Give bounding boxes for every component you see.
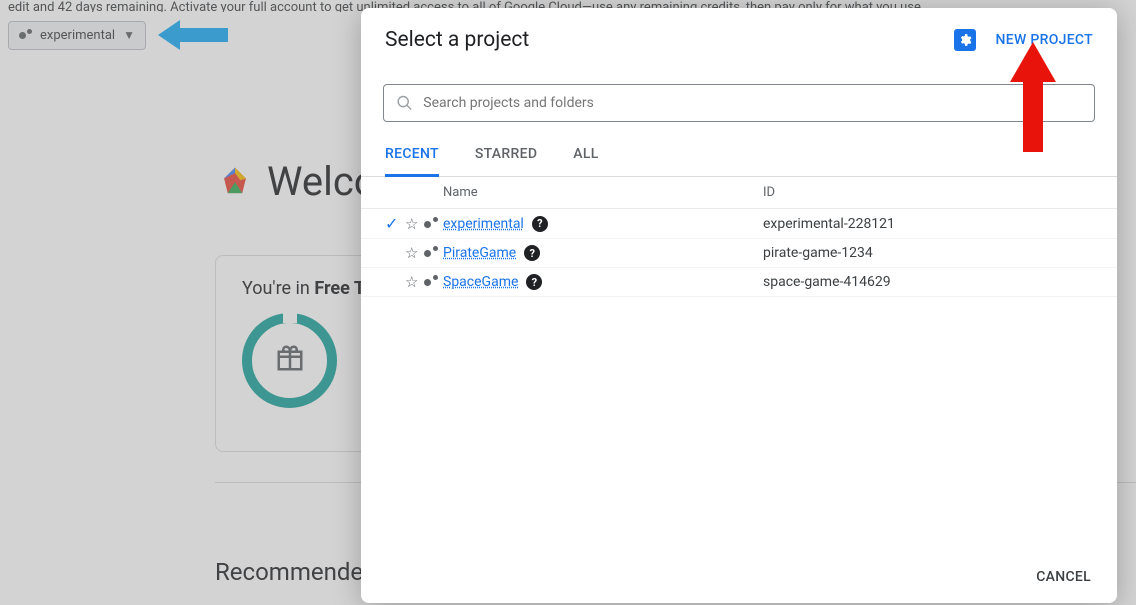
gcp-logo-icon	[215, 164, 255, 200]
red-arrow-annotation	[1010, 42, 1056, 156]
project-picker-modal: Select a project NEW PROJECT RECENT STAR…	[361, 8, 1117, 603]
star-icon[interactable]: ☆	[405, 273, 418, 291]
blue-arrow-annotation	[158, 20, 228, 50]
project-row[interactable]: ☆ SpaceGame ? space-game-414629	[361, 268, 1117, 297]
project-type-icon	[424, 217, 438, 231]
project-id: experimental-228121	[763, 216, 1093, 232]
project-id: pirate-game-1234	[763, 245, 1093, 261]
selected-check-icon: ✓	[385, 214, 399, 233]
project-selector-label: experimental	[40, 28, 115, 43]
gift-icon	[275, 343, 305, 377]
help-icon[interactable]: ?	[526, 274, 542, 290]
project-name-link[interactable]: experimental	[443, 216, 524, 232]
table-header: Name ID	[361, 177, 1117, 209]
column-header-id: ID	[763, 185, 1093, 200]
star-icon[interactable]: ☆	[405, 244, 418, 262]
project-type-icon	[424, 246, 438, 260]
help-icon[interactable]: ?	[524, 245, 540, 261]
project-selector-button[interactable]: experimental ▼	[8, 21, 146, 50]
project-name-link[interactable]: PirateGame	[443, 245, 516, 261]
tab-starred[interactable]: STARRED	[475, 146, 537, 176]
search-input-wrapper[interactable]	[383, 84, 1095, 122]
settings-icon[interactable]	[954, 29, 976, 51]
help-icon[interactable]: ?	[532, 216, 548, 232]
project-icon	[19, 29, 32, 42]
project-id: space-game-414629	[763, 274, 1093, 290]
progress-ring	[242, 313, 337, 408]
project-row[interactable]: ✓ ☆ experimental ? experimental-228121	[361, 209, 1117, 239]
project-type-icon	[424, 275, 438, 289]
modal-title: Select a project	[385, 28, 529, 52]
trial-prefix: You're in	[242, 278, 314, 299]
chevron-down-icon: ▼	[123, 28, 135, 42]
cancel-button[interactable]: CANCEL	[1036, 569, 1091, 585]
search-input[interactable]	[423, 95, 1082, 111]
tab-recent[interactable]: RECENT	[385, 146, 439, 177]
project-row[interactable]: ☆ PirateGame ? pirate-game-1234	[361, 239, 1117, 268]
star-icon[interactable]: ☆	[405, 215, 418, 233]
column-header-name: Name	[443, 185, 763, 200]
tab-all[interactable]: ALL	[573, 146, 598, 176]
search-icon	[396, 94, 413, 112]
project-name-link[interactable]: SpaceGame	[443, 274, 518, 290]
